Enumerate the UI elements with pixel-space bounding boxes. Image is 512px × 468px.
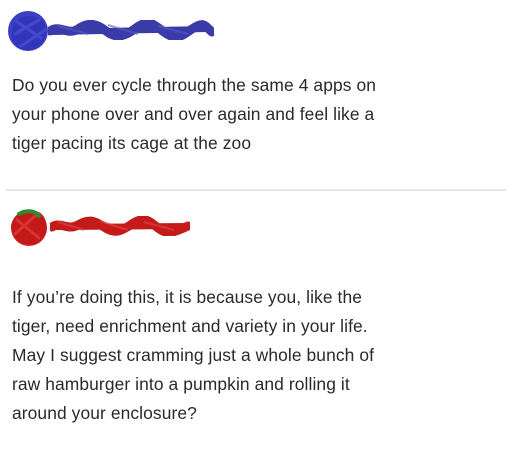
avatar-redacted-blue[interactable] (5, 8, 51, 54)
avatar-redacted-red[interactable] (5, 204, 51, 250)
post-body-line: tiger pacing its cage at the zoo (12, 133, 252, 153)
post-body-line: If you’re doing this, it is because you,… (12, 287, 363, 307)
post-body-line: raw hamburger into a pumpkin and rolling… (12, 374, 350, 394)
username-redacted-blue[interactable] (48, 20, 214, 40)
post-body-line: Do you ever cycle through the same 4 app… (12, 75, 377, 95)
post-divider (6, 189, 506, 191)
post-body-line: May I suggest cramming just a whole bunc… (12, 345, 375, 365)
post-original: Do you ever cycle through the same 4 app… (0, 0, 512, 190)
post-body-line: around your enclosure? (12, 403, 197, 423)
post-body-original: Do you ever cycle through the same 4 app… (12, 71, 504, 158)
username-redacted-red[interactable] (50, 216, 190, 236)
post-reply: If you’re doing this, it is because you,… (0, 192, 512, 468)
post-body-line: tiger, need enrichment and variety in yo… (12, 316, 368, 336)
post-body-reply: If you’re doing this, it is because you,… (12, 283, 506, 428)
post-body-line: your phone over and over again and feel … (12, 104, 375, 124)
